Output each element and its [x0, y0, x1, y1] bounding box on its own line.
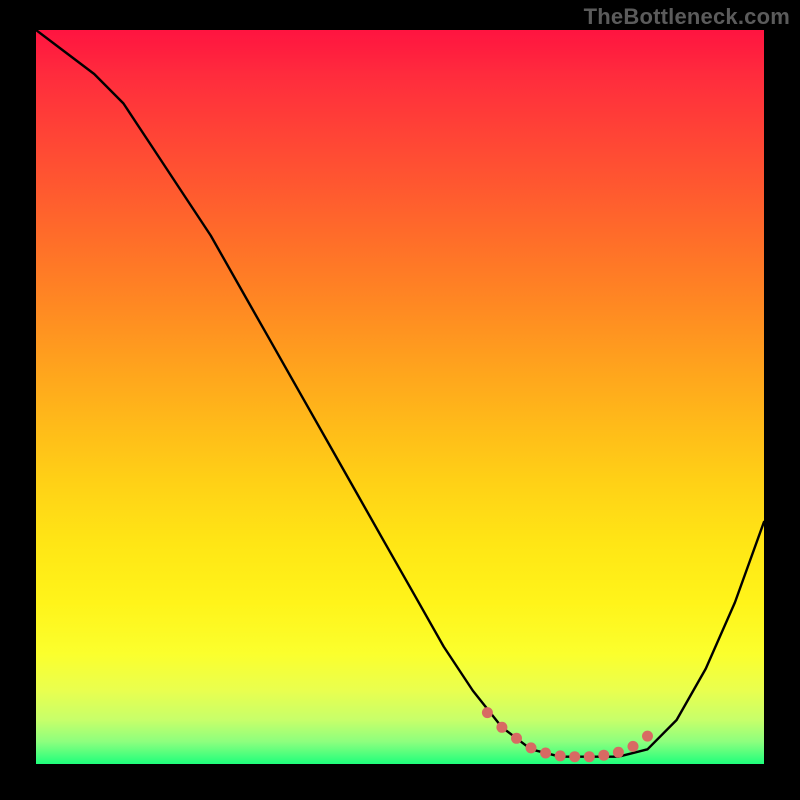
optimal-dot [628, 741, 639, 752]
optimal-dot [526, 742, 537, 753]
optimal-dot [642, 731, 653, 742]
optimal-dot [613, 747, 624, 758]
optimal-dot [482, 707, 493, 718]
bottleneck-curve [36, 30, 764, 764]
optimal-dot [555, 750, 566, 761]
watermark-text: TheBottleneck.com [584, 4, 790, 30]
optimal-dot [496, 722, 507, 733]
curve-line [36, 30, 764, 757]
chart-frame: TheBottleneck.com [0, 0, 800, 800]
optimal-dot [584, 751, 595, 762]
optimal-dot [569, 751, 580, 762]
optimal-dot [511, 733, 522, 744]
plot-area [36, 30, 764, 764]
optimal-dot [598, 750, 609, 761]
optimal-dot [540, 748, 551, 759]
